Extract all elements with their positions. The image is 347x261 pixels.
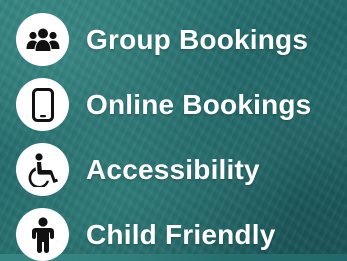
feature-item-group-bookings: Group Bookings: [16, 13, 347, 66]
feature-item-child-friendly: Child Friendly: [16, 208, 347, 261]
feature-label-accessibility: Accessibility: [86, 153, 260, 185]
feature-item-online-bookings: Online Bookings: [16, 78, 347, 131]
feature-label-group-bookings: Group Bookings: [86, 23, 309, 55]
feature-label-online-bookings: Online Bookings: [86, 88, 312, 120]
wheelchair-icon: [16, 143, 69, 196]
feature-item-accessibility: Accessibility: [16, 143, 347, 196]
feature-label-child-friendly: Child Friendly: [86, 218, 276, 250]
users-group-icon: [16, 13, 69, 66]
smartphone-icon: [16, 78, 69, 131]
child-icon: [16, 208, 69, 261]
feature-list: Group Bookings Online Bookings Accessibi…: [16, 13, 347, 261]
